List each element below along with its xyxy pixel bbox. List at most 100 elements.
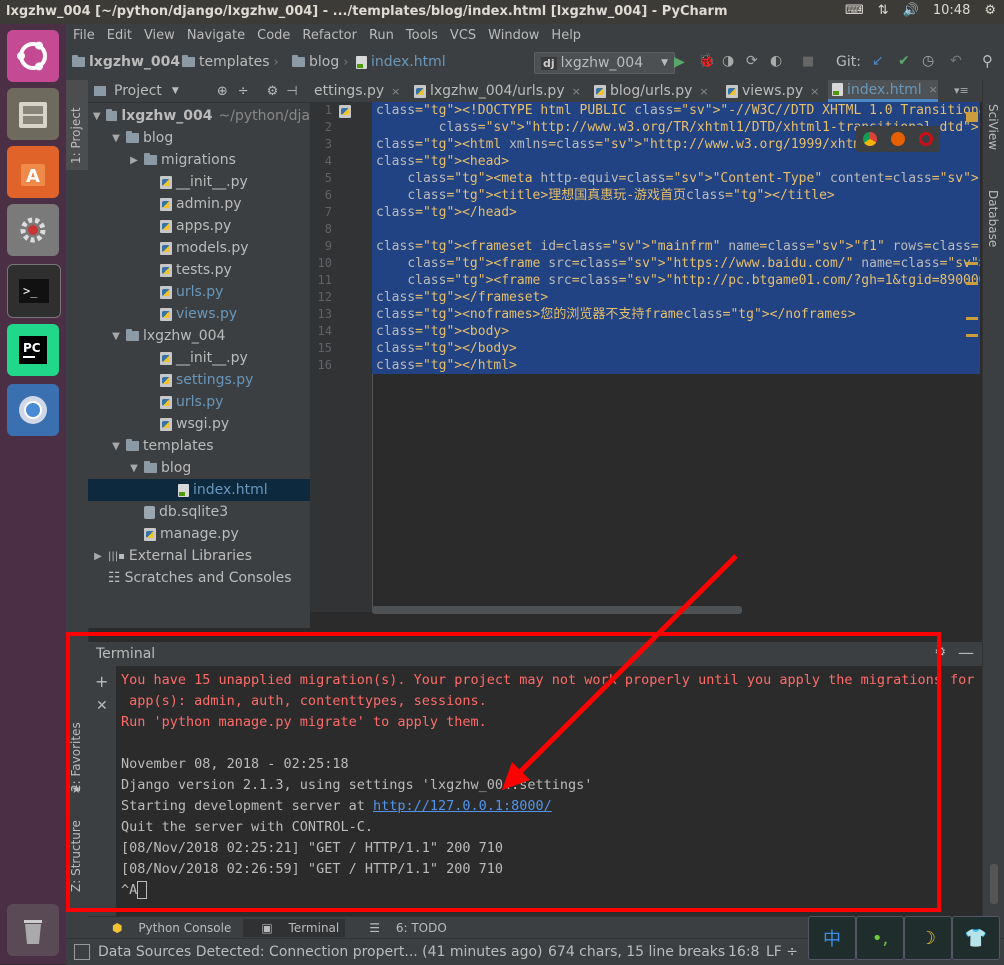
tree-item[interactable]: ▼ lxgzhw_004 — [88, 325, 310, 347]
tree-item[interactable]: settings.py — [88, 369, 310, 391]
files-icon[interactable] — [7, 88, 59, 140]
tree-item[interactable]: ▶ |||▪ External Libraries — [88, 545, 310, 567]
revert-icon[interactable]: ↶ — [950, 53, 962, 69]
tab-file[interactable]: ettings.py × — [310, 80, 400, 102]
volume-icon[interactable]: 🔊 — [903, 3, 919, 18]
line-separator[interactable]: LF ÷ — [766, 944, 798, 960]
tree-item[interactable]: urls.py — [88, 391, 310, 413]
tree-item[interactable]: ☷ Scratches and Consoles — [88, 567, 310, 589]
menu-vcs[interactable]: VCS — [450, 28, 476, 43]
menu-help[interactable]: Help — [551, 28, 581, 43]
menu-refactor[interactable]: Refactor — [302, 28, 357, 43]
run-icon[interactable]: ▶ — [674, 54, 685, 70]
menu-window[interactable]: Window — [488, 28, 539, 43]
tree-item[interactable]: index.html — [88, 479, 310, 501]
breadcrumb-file[interactable]: index.html — [356, 54, 446, 70]
chevron-right-icon[interactable]: ▶ — [128, 155, 140, 166]
breadcrumb-blog[interactable]: blog › — [292, 54, 348, 70]
search-icon[interactable]: ⚲ — [982, 52, 993, 70]
menu-tools[interactable]: Tools — [406, 28, 438, 43]
chromium-icon[interactable] — [7, 384, 59, 436]
tab-overflow-icon[interactable]: ▾≡ — [954, 84, 969, 97]
network-icon[interactable]: ⇅ — [878, 3, 889, 18]
sciview-tool-label[interactable]: SciView — [986, 104, 1000, 150]
minimize-icon[interactable]: — — [958, 643, 974, 662]
concurrency-icon[interactable]: ◐ — [770, 53, 782, 69]
menu-navigate[interactable]: Navigate — [187, 28, 245, 43]
terminal-tab[interactable]: ▣ Terminal — [243, 919, 346, 937]
collapse-icon[interactable]: ÷ — [238, 84, 249, 99]
gear-icon[interactable]: ⚙ — [267, 84, 279, 99]
hide-icon[interactable]: ⊣ — [286, 84, 297, 99]
close-icon[interactable]: × — [391, 85, 400, 98]
chevron-down-icon[interactable]: ▼ — [110, 133, 122, 144]
close-icon[interactable]: × — [572, 85, 581, 98]
tab-active[interactable]: index.html × — [828, 80, 938, 102]
close-icon[interactable]: × — [699, 85, 708, 98]
chevron-down-icon[interactable]: ▼ — [172, 86, 179, 96]
stop-icon[interactable]: ■ — [802, 54, 814, 69]
menu-edit[interactable]: Edit — [107, 28, 132, 43]
chevron-down-icon[interactable]: ▼ — [128, 463, 140, 474]
trash-icon[interactable] — [7, 904, 59, 956]
pycharm-icon[interactable]: PC — [7, 324, 59, 376]
chevron-down-icon[interactable]: ▼ — [110, 331, 122, 342]
caret-position[interactable]: 16:8 — [728, 944, 759, 960]
git-commit-icon[interactable]: ✔ — [898, 53, 910, 69]
git-update-icon[interactable]: ↙ — [872, 53, 884, 69]
tab-file[interactable]: lxgzhw_004/urls.py × — [410, 80, 581, 102]
run-config-selector[interactable]: dj lxgzhw_004 ▼ — [534, 52, 676, 74]
sync-icon[interactable]: ⊕ — [217, 84, 228, 99]
tree-item[interactable]: __init__.py — [88, 171, 310, 193]
chevron-right-icon[interactable]: ▶ — [92, 551, 104, 562]
tree-item[interactable]: admin.py — [88, 193, 310, 215]
power-icon[interactable]: ⚙ — [984, 3, 996, 18]
tree-item[interactable]: urls.py — [88, 281, 310, 303]
ime-chinese-icon[interactable]: 中 — [808, 916, 856, 960]
debug-icon[interactable]: 🐞 — [698, 53, 715, 69]
profile-icon[interactable]: ⟳ — [746, 53, 758, 69]
tab-file[interactable]: views.py × — [722, 80, 819, 102]
chevron-down-icon[interactable]: ▼ — [92, 111, 103, 122]
python-console-tab[interactable]: ⬢ Python Console — [100, 921, 231, 935]
tree-item[interactable]: wsgi.py — [88, 413, 310, 435]
chevron-down-icon[interactable]: ▼ — [110, 441, 122, 452]
tree-item[interactable]: ▶ migrations — [88, 149, 310, 171]
terminal-scrollbar[interactable] — [990, 864, 998, 904]
terminal-app-icon[interactable]: >_ — [7, 264, 61, 318]
history-icon[interactable]: ◷ — [922, 53, 934, 69]
close-icon[interactable]: × — [929, 83, 938, 96]
tree-item[interactable]: ▼ templates — [88, 435, 310, 457]
tree-item[interactable]: views.py — [88, 303, 310, 325]
breadcrumb-project[interactable]: lxgzhw_004› — [72, 54, 189, 70]
menu-code[interactable]: Code — [257, 28, 290, 43]
tree-item[interactable]: manage.py — [88, 523, 310, 545]
tree-item[interactable]: models.py — [88, 237, 310, 259]
breadcrumb-templates[interactable]: templates › — [182, 54, 279, 70]
project-tool-label[interactable]: 1: Project — [69, 107, 83, 164]
code-area[interactable]: class="tg"><!DOCTYPE html PUBLIC class="… — [372, 102, 980, 612]
tree-item[interactable]: __init__.py — [88, 347, 310, 369]
todo-tab[interactable]: ☰ 6: TODO — [357, 921, 447, 935]
menu-view[interactable]: View — [144, 28, 175, 43]
tree-item[interactable]: tests.py — [88, 259, 310, 281]
database-tool-label[interactable]: Database — [986, 190, 1000, 247]
software-center-icon[interactable]: A — [7, 146, 59, 198]
keyboard-icon[interactable]: ⌨ — [845, 3, 864, 18]
tree-item[interactable]: ▼ blog — [88, 457, 310, 479]
firefox-icon[interactable] — [891, 132, 905, 146]
tree-item[interactable]: ▼ lxgzhw_004 ~/python/dja — [88, 105, 310, 127]
tree-item[interactable]: ▼ blog — [88, 127, 310, 149]
menu-run[interactable]: Run — [369, 28, 394, 43]
python-gutter-icon[interactable] — [339, 105, 351, 122]
menu-file[interactable]: File — [73, 28, 95, 43]
status-icon[interactable] — [74, 944, 90, 960]
ime-punctuation-icon[interactable]: •, — [856, 916, 904, 960]
chrome-icon[interactable] — [863, 132, 877, 146]
ime-halfwidth-icon[interactable]: ☽ — [904, 916, 952, 960]
tree-item[interactable]: db.sqlite3 — [88, 501, 310, 523]
tree-item[interactable]: apps.py — [88, 215, 310, 237]
close-icon[interactable]: × — [810, 85, 819, 98]
project-view-selector[interactable]: Project — [114, 83, 162, 99]
opera-icon[interactable] — [919, 132, 933, 146]
